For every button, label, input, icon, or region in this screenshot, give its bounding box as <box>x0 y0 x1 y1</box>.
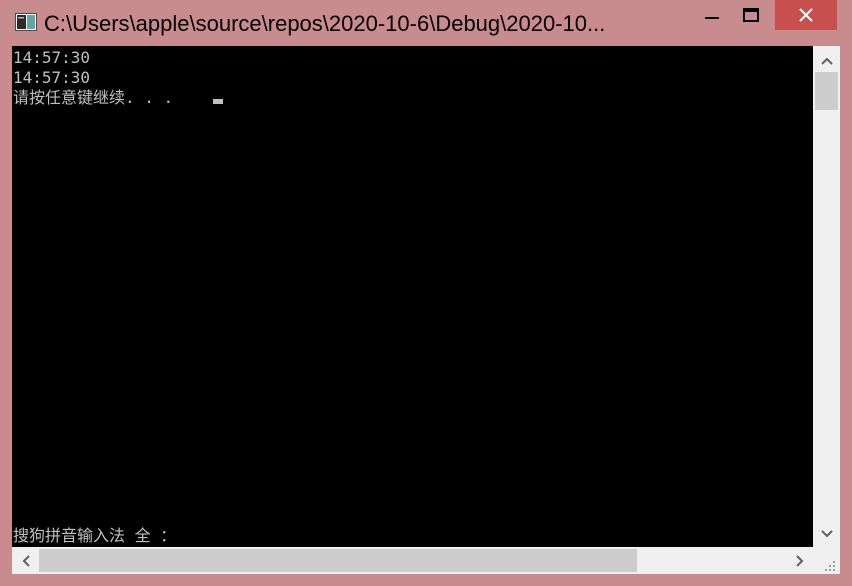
console-app-icon <box>15 13 37 31</box>
window-title: C:\Users\apple\source\repos\2020-10-6\De… <box>44 11 606 36</box>
scroll-left-button[interactable] <box>13 547 38 574</box>
scroll-right-button[interactable] <box>787 547 812 574</box>
horizontal-scroll-thumb[interactable] <box>39 549 637 572</box>
title-bar[interactable]: C:\Users\apple\source\repos\2020-10-6\De… <box>0 0 852 46</box>
minimize-button[interactable] <box>698 0 726 30</box>
resize-grip-icon[interactable] <box>824 560 836 572</box>
scroll-down-button[interactable] <box>813 521 840 546</box>
maximize-button[interactable] <box>737 0 765 30</box>
chevron-down-icon <box>820 529 833 537</box>
ime-status-text: 搜狗拼音输入法 全 ： <box>13 526 177 545</box>
console-line: 14:57:30 <box>13 48 91 67</box>
horizontal-scrollbar[interactable] <box>12 547 813 574</box>
close-icon <box>799 8 813 22</box>
chevron-left-icon <box>22 554 30 567</box>
console-line: 请按任意键继续. . . <box>13 88 183 107</box>
scroll-up-button[interactable] <box>813 48 840 73</box>
console-line: 14:57:30 <box>13 68 91 87</box>
chevron-up-icon <box>820 57 833 65</box>
chevron-right-icon <box>795 554 803 567</box>
console-window: C:\Users\apple\source\repos\2020-10-6\De… <box>0 0 852 586</box>
maximize-icon <box>743 8 759 22</box>
close-button[interactable] <box>775 0 837 30</box>
text-cursor <box>213 99 223 104</box>
vertical-scroll-thumb[interactable] <box>815 72 838 110</box>
console-output[interactable]: 14:57:30 14:57:30 请按任意键继续. . . 搜狗拼音输入法 全… <box>12 46 813 547</box>
minimize-icon <box>705 17 719 19</box>
vertical-scrollbar[interactable] <box>813 46 840 547</box>
